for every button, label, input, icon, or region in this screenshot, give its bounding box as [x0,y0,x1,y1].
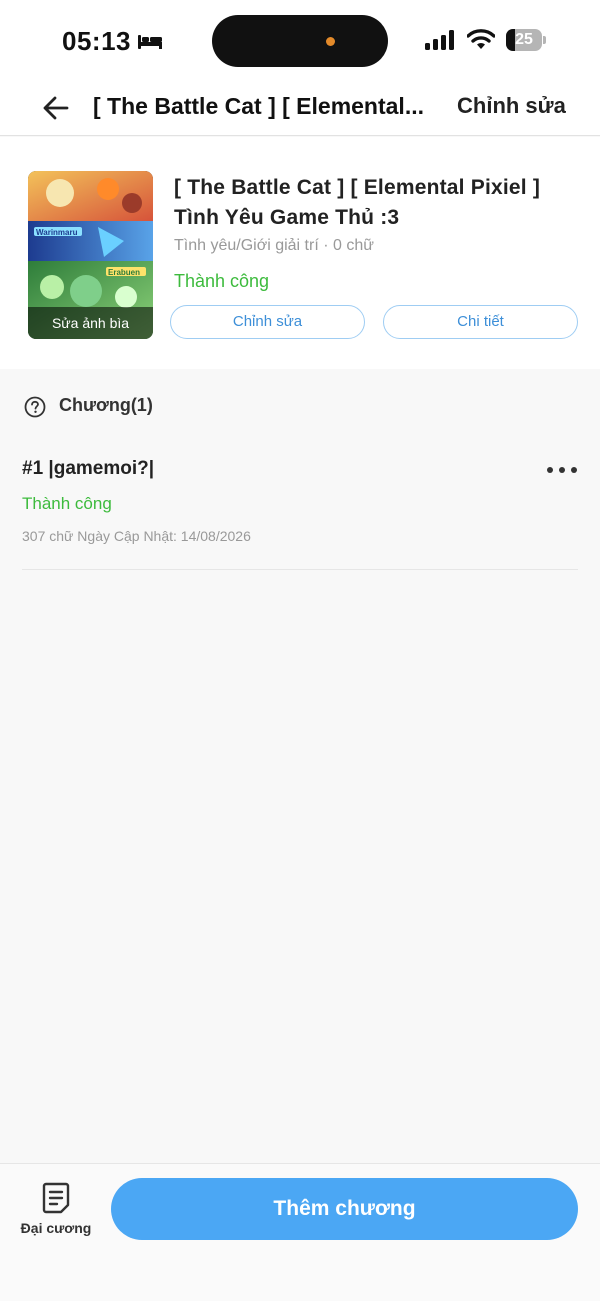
book-status: Thành công [174,271,270,291]
book-title: [ The Battle Cat ] [ Elemental Pixiel ] … [174,176,541,229]
chapter-status: Thành công [22,494,112,513]
back-arrow-icon[interactable] [38,90,74,126]
chapters-title: Chương(1) [59,395,153,415]
edit-book-button[interactable]: Chỉnh sửa [170,305,365,339]
bottom-action-bar: Đại cương Thêm chương [0,1163,600,1301]
page-title: [ The Battle Cat ] [ Elemental... [93,93,424,119]
chapters-section: Chương(1) #1 |gamemoi?| Thành công 307 c… [0,380,600,1163]
cover-label-1: Warinmaru [36,228,78,237]
add-chapter-button[interactable]: Thêm chương [111,1178,578,1240]
cover-label-2: Erabuen [108,268,140,277]
chapter-list-item[interactable]: #1 |gamemoi?| Thành công 307 chữ Ngày Cậ… [22,444,578,570]
book-meta: Tình yêu/Giới giải trí · 0 chữ [174,237,374,254]
document-icon [42,1182,70,1214]
top-navigation-bar: [ The Battle Cat ] [ Elemental... Chỉnh … [0,80,600,136]
chapter-meta: 307 chữ Ngày Cập Nhật: 14/08/2026 [22,528,251,544]
battery-percent: 25 [515,31,533,48]
camera-indicator-dot [326,37,335,46]
more-options-icon[interactable] [546,462,578,478]
book-details-button[interactable]: Chi tiết [383,305,578,339]
edit-cover-label[interactable]: Sửa ảnh bìa [28,307,153,339]
bed-icon [138,35,162,49]
help-circle-icon[interactable] [24,396,46,418]
status-time: 05:13 [62,26,131,56]
header-edit-button[interactable]: Chỉnh sửa [457,93,566,119]
outline-button[interactable]: Đại cương [16,1182,96,1242]
signal-icon [425,30,454,50]
chapter-title: #1 |gamemoi?| [22,458,155,479]
battery-icon: 25 [506,29,546,51]
status-bar: 05:13 25 [0,0,600,80]
dynamic-island [212,15,388,67]
book-info-card: Warinmaru Erabuen Sửa ảnh bìa [ The Batt… [0,137,600,369]
outline-label: Đại cương [20,1220,92,1236]
wifi-icon [467,29,495,49]
book-cover-image[interactable]: Warinmaru Erabuen Sửa ảnh bìa [28,171,153,339]
